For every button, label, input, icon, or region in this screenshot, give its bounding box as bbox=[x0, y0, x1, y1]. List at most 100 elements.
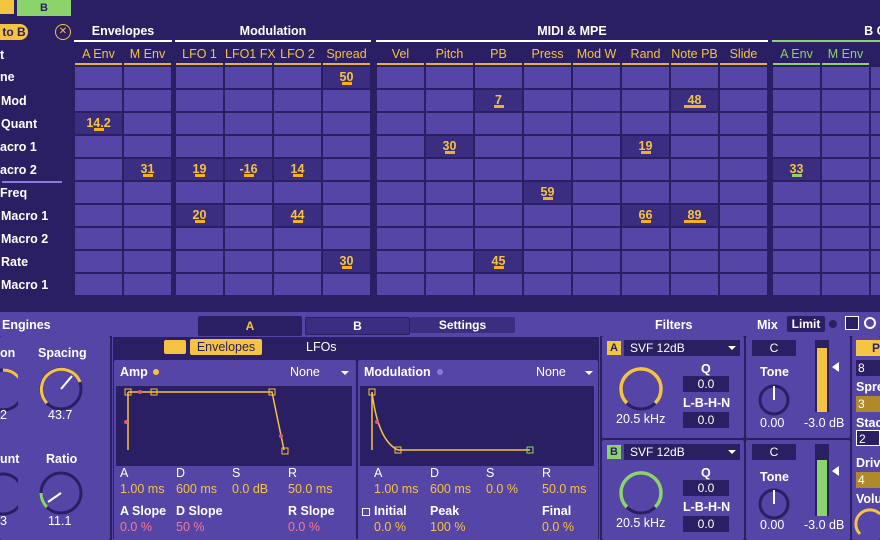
mix-b-level-value[interactable]: -3.0 dB bbox=[804, 518, 844, 532]
matrix-cell[interactable]: 19 bbox=[622, 136, 669, 157]
matrix-cell[interactable] bbox=[822, 228, 869, 249]
matrix-cell[interactable] bbox=[323, 136, 370, 157]
matrix-cell[interactable] bbox=[524, 90, 571, 111]
matrix-cell[interactable] bbox=[323, 113, 370, 134]
ratio-knob[interactable] bbox=[36, 468, 86, 518]
matrix-cell[interactable]: 45 bbox=[475, 251, 522, 272]
matrix-cell[interactable] bbox=[720, 228, 767, 249]
matrix-cell[interactable] bbox=[176, 182, 223, 203]
right-p-button[interactable]: P bbox=[856, 340, 880, 356]
matrix-cell[interactable] bbox=[124, 228, 171, 249]
matrix-cell[interactable]: -16 bbox=[225, 159, 272, 180]
matrix-cell[interactable] bbox=[225, 90, 272, 111]
matrix-cell[interactable] bbox=[671, 274, 718, 295]
limit-button[interactable]: Limit bbox=[787, 316, 825, 332]
matrix-cell[interactable] bbox=[377, 90, 424, 111]
column-header[interactable]: LFO 1 bbox=[176, 45, 223, 63]
matrix-cell[interactable] bbox=[124, 251, 171, 272]
left-knob-2[interactable] bbox=[0, 470, 18, 520]
matrix-cell[interactable] bbox=[176, 90, 223, 111]
matrix-cell[interactable] bbox=[475, 159, 522, 180]
matrix-cell[interactable] bbox=[720, 182, 767, 203]
row-label[interactable]: Quant bbox=[0, 117, 37, 131]
filter-b-q-value[interactable]: 0.0 bbox=[683, 480, 729, 496]
matrix-cell[interactable] bbox=[720, 67, 767, 88]
matrix-cell[interactable] bbox=[573, 159, 620, 180]
matrix-cell[interactable] bbox=[773, 228, 820, 249]
matrix-cell[interactable] bbox=[426, 90, 473, 111]
matrix-cell[interactable] bbox=[773, 90, 820, 111]
matrix-cell[interactable] bbox=[75, 159, 122, 180]
matrix-cell[interactable] bbox=[871, 228, 880, 249]
mix-a-meter[interactable] bbox=[815, 340, 829, 412]
matrix-cell[interactable] bbox=[377, 205, 424, 226]
matrix-cell[interactable] bbox=[524, 205, 571, 226]
modenv-initial-value[interactable]: 0.0 % bbox=[374, 520, 406, 534]
matrix-cell[interactable] bbox=[323, 90, 370, 111]
amp-r-slope-value[interactable]: 0.0 % bbox=[288, 520, 320, 534]
matrix-cell[interactable] bbox=[377, 228, 424, 249]
row-label[interactable]: acro 2 bbox=[0, 163, 37, 177]
matrix-cell[interactable] bbox=[573, 274, 620, 295]
column-header[interactable]: A Env bbox=[75, 45, 122, 63]
route-to-b-button[interactable]: to B bbox=[0, 24, 28, 40]
envelopes-tab[interactable]: Envelopes bbox=[190, 339, 262, 355]
column-header[interactable]: Mod W bbox=[573, 45, 620, 63]
mix-b-pan-value[interactable]: C bbox=[752, 444, 796, 460]
matrix-cell[interactable] bbox=[720, 136, 767, 157]
matrix-cell[interactable] bbox=[176, 67, 223, 88]
matrix-cell[interactable] bbox=[671, 251, 718, 272]
matrix-cell[interactable] bbox=[225, 251, 272, 272]
matrix-cell[interactable] bbox=[720, 274, 767, 295]
right-value-4[interactable]: 4 bbox=[856, 472, 880, 488]
amp-decay-value[interactable]: 600 ms bbox=[176, 482, 217, 496]
matrix-cell[interactable] bbox=[622, 90, 669, 111]
row-label[interactable]: Freq bbox=[0, 186, 27, 200]
amp-target-select[interactable]: None bbox=[290, 365, 320, 379]
matrix-cell[interactable] bbox=[773, 182, 820, 203]
matrix-cell[interactable] bbox=[426, 159, 473, 180]
matrix-cell[interactable] bbox=[426, 182, 473, 203]
matrix-cell[interactable] bbox=[176, 136, 223, 157]
matrix-cell[interactable] bbox=[323, 182, 370, 203]
column-header[interactable]: M Env bbox=[124, 45, 171, 63]
amp-sustain-value[interactable]: 0.0 dB bbox=[232, 482, 268, 496]
row-label[interactable]: Rate bbox=[0, 255, 28, 269]
matrix-cell[interactable] bbox=[75, 274, 122, 295]
column-header[interactable]: LFO1 FX bbox=[225, 45, 276, 63]
matrix-cell[interactable] bbox=[773, 113, 820, 134]
matrix-cell[interactable] bbox=[225, 228, 272, 249]
matrix-cell[interactable]: 59 bbox=[524, 182, 571, 203]
matrix-cell[interactable] bbox=[225, 182, 272, 203]
matrix-cell[interactable] bbox=[225, 67, 272, 88]
mix-b-tone-knob[interactable] bbox=[756, 486, 792, 522]
matrix-cell[interactable] bbox=[573, 182, 620, 203]
matrix-cell[interactable] bbox=[720, 90, 767, 111]
matrix-cell[interactable] bbox=[720, 159, 767, 180]
matrix-cell[interactable] bbox=[124, 182, 171, 203]
matrix-cell[interactable] bbox=[720, 205, 767, 226]
amp-d-slope-value[interactable]: 50 % bbox=[176, 520, 205, 534]
column-header[interactable]: Note PB bbox=[671, 45, 718, 63]
matrix-cell[interactable]: 20 bbox=[176, 205, 223, 226]
modenv-sustain-value[interactable]: 0.0 % bbox=[486, 482, 518, 496]
matrix-cell[interactable] bbox=[377, 159, 424, 180]
matrix-cell[interactable] bbox=[573, 251, 620, 272]
matrix-cell[interactable] bbox=[773, 67, 820, 88]
matrix-cell[interactable]: 89 bbox=[671, 205, 718, 226]
matrix-cell[interactable] bbox=[225, 136, 272, 157]
matrix-cell[interactable] bbox=[323, 228, 370, 249]
mix-b-fader-arrow-icon[interactable] bbox=[832, 466, 839, 476]
matrix-cell[interactable] bbox=[75, 67, 122, 88]
modenv-decay-value[interactable]: 600 ms bbox=[430, 482, 471, 496]
chevron-down-icon[interactable] bbox=[728, 450, 736, 454]
matrix-cell[interactable] bbox=[720, 251, 767, 272]
filter-b-freq-value[interactable]: 20.5 kHz bbox=[616, 516, 665, 530]
modenv-release-value[interactable]: 50.0 ms bbox=[542, 482, 586, 496]
matrix-cell[interactable] bbox=[773, 136, 820, 157]
filter-a-q-value[interactable]: 0.0 bbox=[683, 376, 729, 392]
matrix-cell[interactable] bbox=[524, 251, 571, 272]
matrix-cell[interactable] bbox=[671, 228, 718, 249]
mix-a-fader-arrow-icon[interactable] bbox=[832, 362, 839, 372]
matrix-cell[interactable] bbox=[671, 182, 718, 203]
